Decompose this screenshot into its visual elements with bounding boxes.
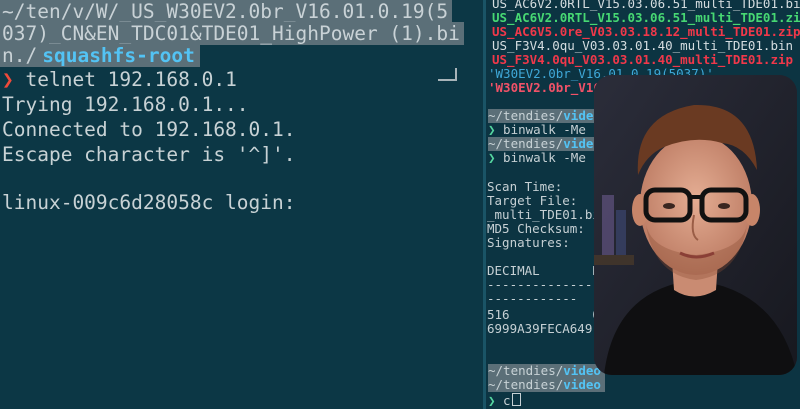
cwd-path-line-2: 037)_CN&EN_TDC01&TDE01_HighPower (1).bi	[0, 22, 464, 46]
output-line: Escape character is '^]'.	[2, 143, 296, 166]
command-line[interactable]: ❯ telnet 192.168.0.1	[2, 68, 237, 92]
prompt-path: ~/tendies/video	[488, 364, 605, 378]
cwd-path-line-1: ~/ten/v/W/_US_W30EV2.0br_V16.01.0.19(5	[0, 0, 453, 24]
file-entry: US_F3V4.0qu_V03.03.01.40_multi_TDE01.zip	[492, 52, 794, 67]
prompt-chevron-icon: ❯	[2, 68, 14, 91]
prompt-chevron-icon: ❯	[488, 150, 496, 165]
command-input[interactable]: c	[496, 393, 511, 408]
text-cursor-icon	[511, 393, 521, 406]
login-prompt: linux-009c6d28058c login:	[2, 191, 296, 214]
file-entry: US_AC6V5.0re_V03.03.18.12_multi_TDE01.zi…	[492, 24, 800, 39]
output-line: Connected to 192.168.0.1.	[2, 118, 296, 141]
table-header: DECIMAL H	[487, 263, 600, 278]
cwd-path-text: n./	[0, 44, 42, 67]
command-line: ❯ binwalk -Me .	[488, 150, 601, 165]
cwd-path-text: ~/ten/v/W/_US_W30EV2.0br_V16.01.0.19(5	[0, 0, 453, 23]
output-line: Trying 192.168.0.1...	[2, 93, 249, 116]
cwd-path-line-3: n./squashfs-root	[0, 44, 200, 68]
cwd-current-dir: squashfs-root	[41, 44, 200, 67]
prompt-chevron-icon: ❯	[488, 122, 496, 137]
active-command-line[interactable]: ❯ c	[488, 393, 521, 408]
prompt-path: ~/tendies/video	[488, 109, 605, 123]
presenter-video	[594, 75, 797, 375]
md5-label: MD5 Checksum:	[487, 221, 585, 236]
prompt-corner-icon	[438, 68, 457, 81]
file-entry: US_F3V4.0qu_V03.03.01.40_multi_TDE01.bin	[492, 38, 794, 53]
prompt-path: ~/tendies/video	[488, 378, 605, 392]
prompt-path: ~/tendies/video	[488, 137, 605, 151]
target-file-value: _multi_TDE01.bi	[487, 207, 600, 222]
table-row: 6999A39FECA649	[487, 321, 593, 336]
left-terminal-pane[interactable]: ~/ten/v/W/_US_W30EV2.0br_V16.01.0.19(5 0…	[0, 0, 483, 409]
cwd-path-text: 037)_CN&EN_TDC01&TDE01_HighPower (1).bi	[0, 22, 464, 45]
scan-time-label: Scan Time:	[487, 179, 563, 194]
command-line: ❯ binwalk -Me	[488, 122, 586, 137]
webcam-overlay	[594, 75, 797, 375]
prompt-chevron-icon: ❯	[488, 393, 496, 408]
command-text: telnet 192.168.0.1	[13, 68, 237, 91]
table-rule: ------------	[487, 291, 578, 306]
target-file-label: Target File:	[487, 193, 578, 208]
signatures-label: Signatures:	[487, 235, 570, 250]
file-entry: US_AC6V2.0RTL_V15.03.06.51_multi_TDE01.z…	[492, 10, 800, 25]
table-row: 516 0	[487, 307, 600, 322]
